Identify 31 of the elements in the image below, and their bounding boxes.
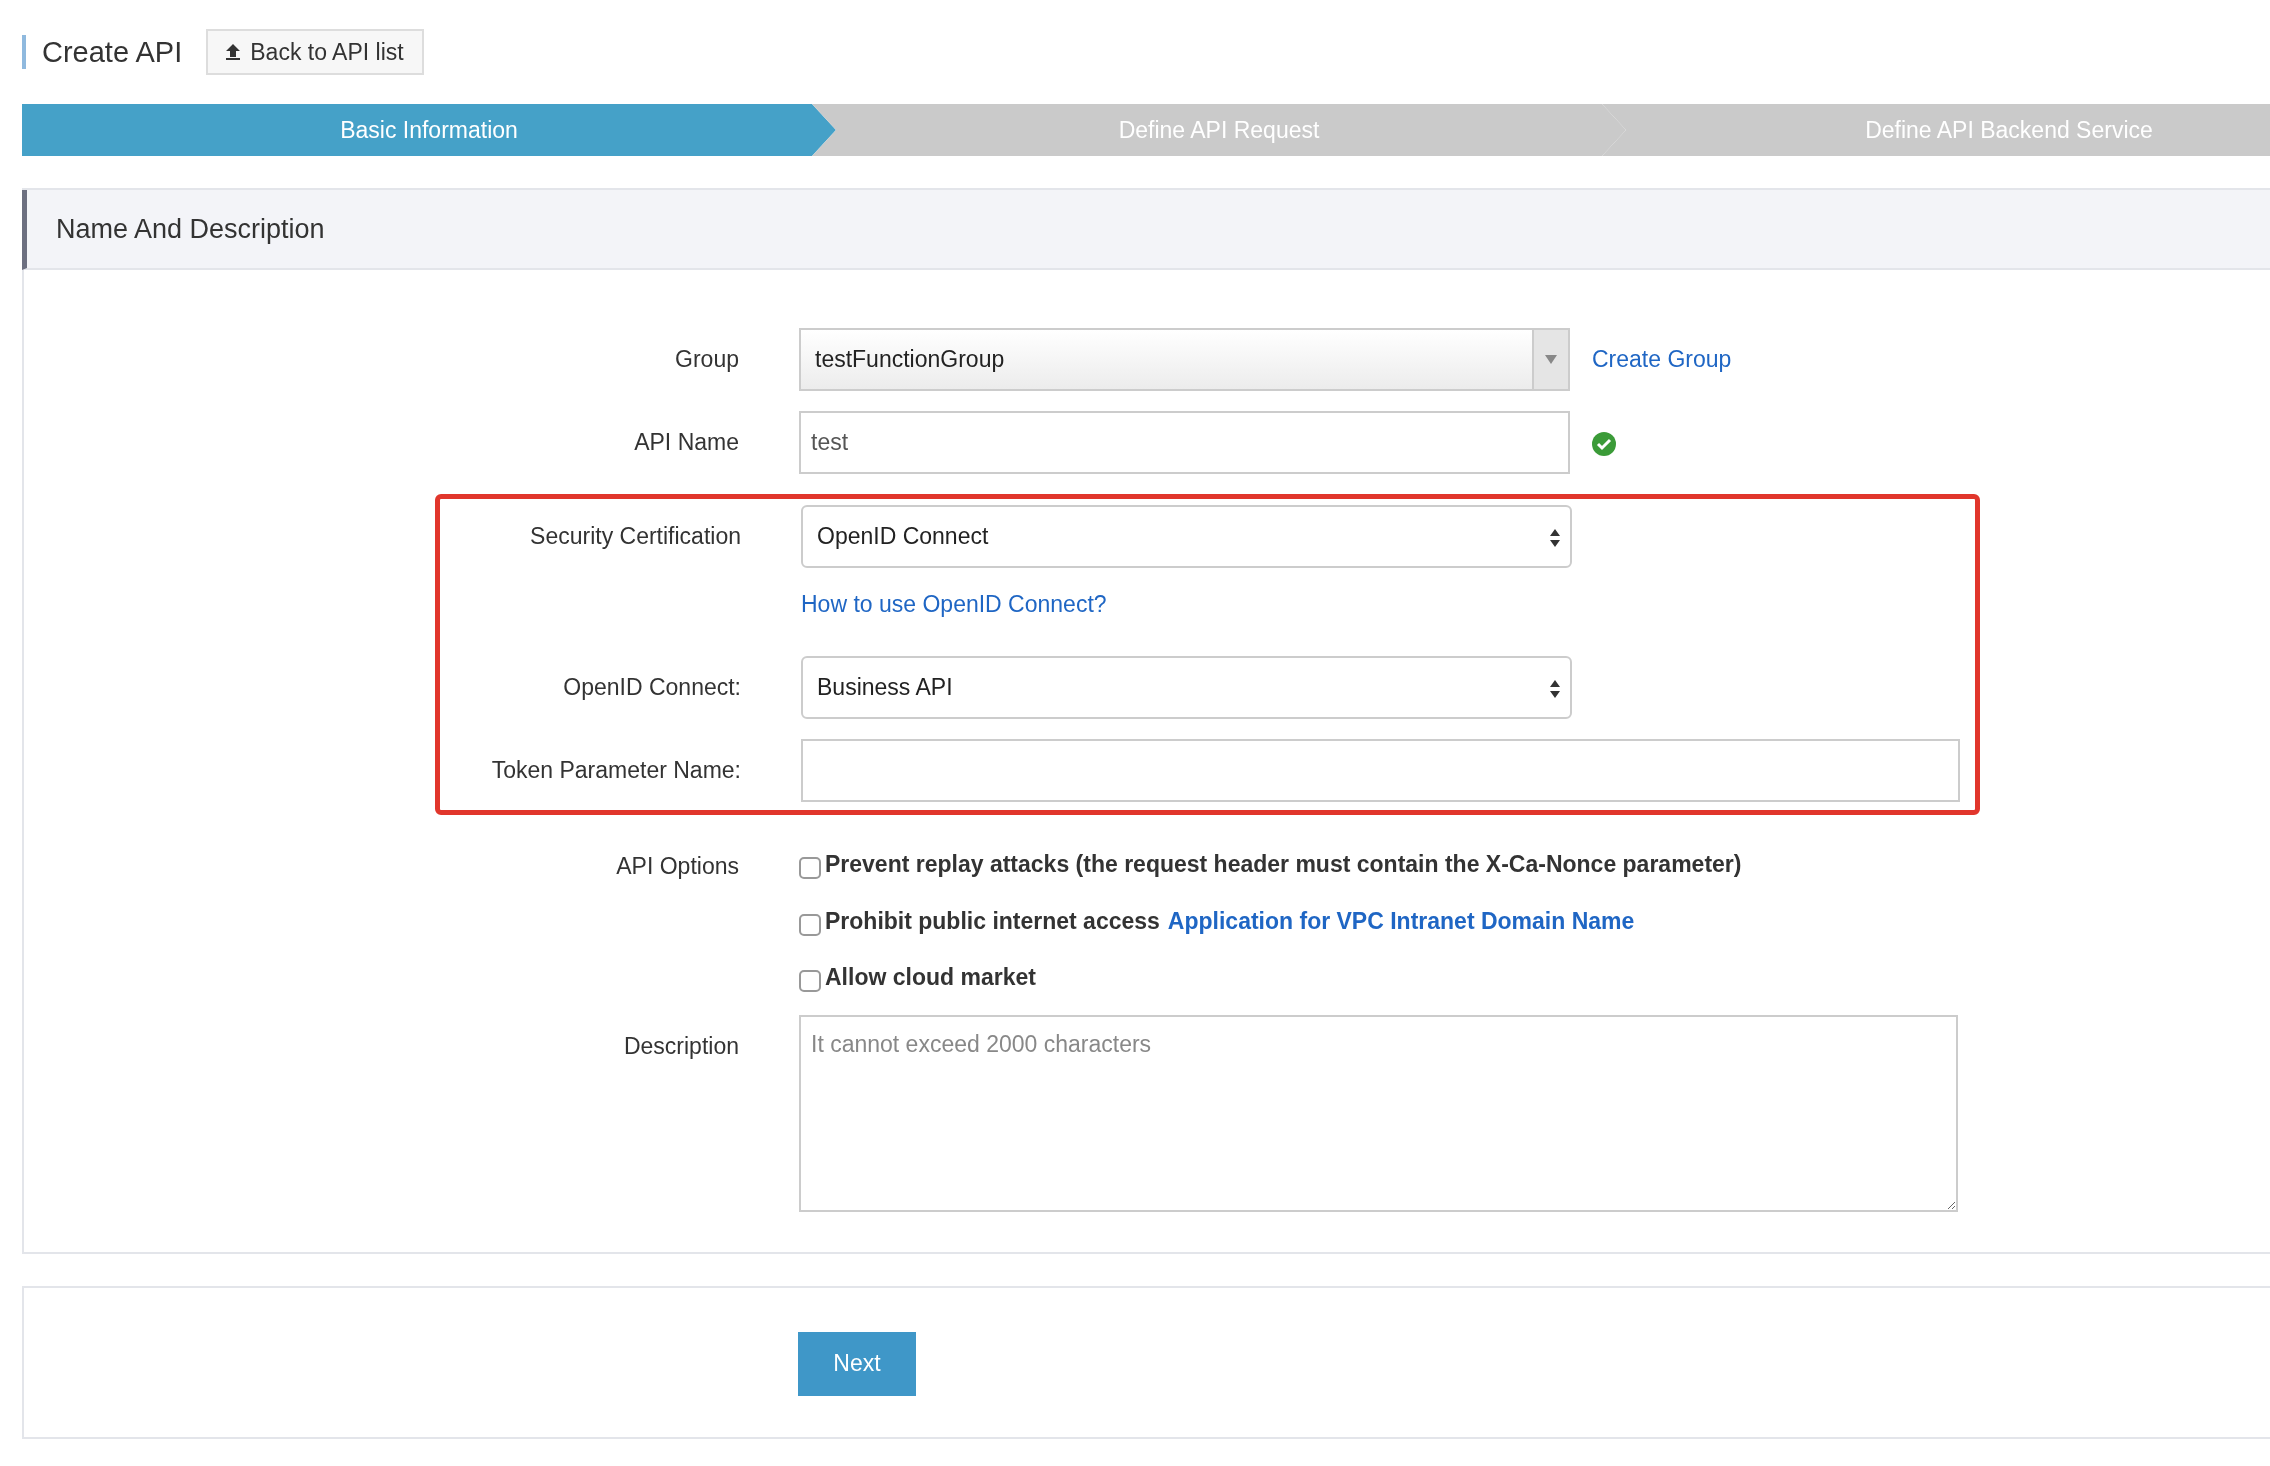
vpc-domain-link[interactable]: Application for VPC Intranet Domain Name <box>1167 903 1635 938</box>
option-label: Prevent replay attacks (the request header must contain the X-Ca-Nonce parameter) <box>825 850 1742 879</box>
next-button[interactable]: Next <box>798 1331 916 1396</box>
checkbox[interactable] <box>799 970 821 993</box>
create-group-link[interactable]: Create Group <box>1592 342 1732 377</box>
wizard-step[interactable]: Basic Information <box>22 104 836 156</box>
field-label: Description <box>622 1031 739 1061</box>
group-dropdown[interactable]: testFunctionGroup <box>799 328 1570 391</box>
page-title: Create API <box>22 35 183 69</box>
checkbox[interactable] <box>799 857 821 880</box>
select-field[interactable]: Business API <box>801 656 1572 719</box>
token-parameter-field[interactable] <box>801 739 1960 802</box>
dropdown-arrow-icon <box>1545 355 1557 364</box>
upload-arrow-icon <box>226 44 241 60</box>
help-link[interactable]: How to use OpenID Connect? <box>801 591 1107 617</box>
field-label: Token Parameter Name: <box>490 756 741 785</box>
checkbox[interactable] <box>799 913 821 936</box>
api-name-field[interactable]: test <box>799 411 1570 474</box>
option-label: Prohibit public internet access <box>825 906 1160 936</box>
section-title: Name And Description <box>22 190 2270 270</box>
field-label: API Name <box>633 428 739 457</box>
field-label: Group <box>674 345 739 374</box>
field-label: Security Certification <box>529 522 741 551</box>
option-label: Allow cloud market <box>825 963 1036 992</box>
back-button[interactable]: Back to API list <box>206 28 424 76</box>
field-label: OpenID Connect: <box>562 673 741 702</box>
sort-arrows-icon <box>1550 528 1560 549</box>
sort-arrows-icon <box>1550 679 1560 700</box>
description-field[interactable]: It cannot exceed 2000 characters <box>799 1014 1958 1212</box>
select-field[interactable]: OpenID Connect <box>801 505 1572 568</box>
field-label: API Options <box>615 852 739 881</box>
